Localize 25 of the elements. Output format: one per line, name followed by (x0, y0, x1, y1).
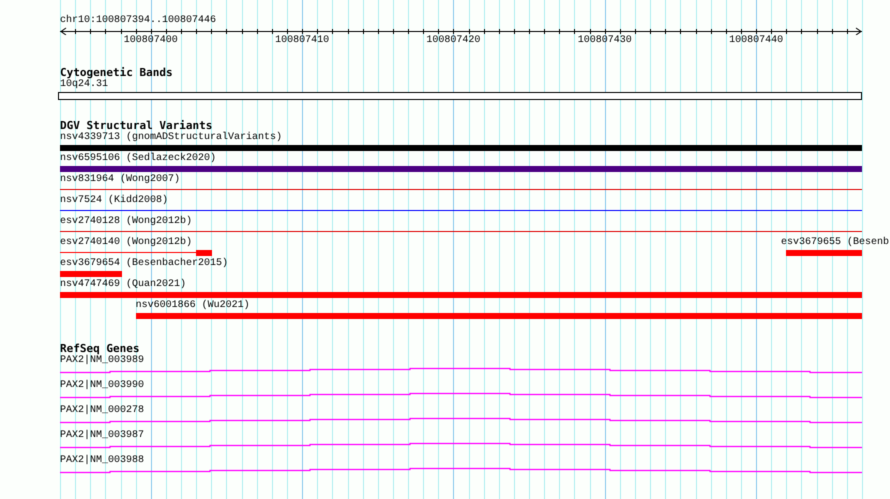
variant-label: nsv6001866 (Wu2021) (136, 300, 250, 312)
tick-label: 100807430 (578, 35, 632, 47)
track-title: DGV Structural Variants (60, 120, 212, 132)
tick-label: 100807420 (426, 35, 480, 47)
gene-label: PAX2|NM_003990 (60, 380, 144, 392)
variant-label: esv3679655 (Besenb (781, 237, 890, 249)
tick-label: 100807440 (729, 35, 784, 47)
variant-label: esv3679654 (Besenbacher2015) (60, 258, 228, 270)
tick-label: 100807400 (124, 35, 178, 47)
gene-label: PAX2|NM_003987 (60, 430, 144, 442)
variant-label: nsv7524 (Kidd2008) (60, 195, 168, 207)
band-label: 10q24.31 (60, 79, 108, 91)
gene-label: PAX2|NM_003988 (60, 455, 144, 467)
track-title: Cytogenetic Bands (60, 67, 173, 79)
variant-label: esv2740128 (Wong2012b) (60, 216, 192, 228)
variant-label: nsv6595106 (Sedlazeck2020) (60, 153, 216, 165)
track-title: RefSeq Genes (60, 343, 140, 355)
tick-label: 100807410 (275, 35, 330, 47)
gene-label: PAX2|NM_000278 (60, 405, 144, 417)
gene-label: PAX2|NM_003989 (60, 355, 144, 367)
variant-label: nsv4747469 (Quan2021) (60, 279, 186, 291)
position-label: chr10:100807394..100807446 (60, 15, 216, 27)
variant-label: esv2740140 (Wong2012b) (60, 237, 192, 249)
variant-label: nsv831964 (Wong2007) (60, 174, 180, 186)
variant-label: nsv4339713 (gnomADStructuralVariants) (60, 132, 282, 144)
